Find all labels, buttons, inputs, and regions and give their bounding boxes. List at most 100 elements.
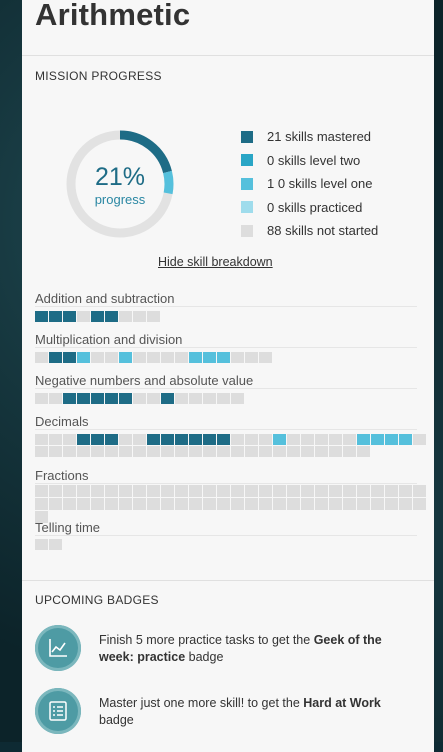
skill-cell[interactable] — [35, 485, 48, 497]
skill-cell[interactable] — [77, 311, 90, 322]
skill-cell[interactable] — [259, 498, 272, 510]
skill-cell[interactable] — [399, 498, 412, 510]
skill-cell[interactable] — [91, 498, 104, 510]
badge-chart-icon[interactable] — [35, 625, 81, 671]
skill-cell[interactable] — [91, 446, 104, 457]
skill-cell[interactable] — [189, 352, 202, 363]
skill-cell[interactable] — [259, 434, 272, 445]
skill-cell[interactable] — [175, 446, 188, 457]
skill-cell[interactable] — [203, 485, 216, 497]
skill-cell[interactable] — [133, 311, 146, 322]
skill-cell[interactable] — [133, 498, 146, 510]
skill-cell[interactable] — [147, 446, 160, 457]
skill-cell[interactable] — [105, 485, 118, 497]
skill-cell[interactable] — [231, 352, 244, 363]
skill-cell[interactable] — [385, 498, 398, 510]
skill-cell[interactable] — [77, 393, 90, 404]
skill-cell[interactable] — [105, 393, 118, 404]
skill-cell[interactable] — [231, 485, 244, 497]
skill-cell[interactable] — [63, 446, 76, 457]
skill-cell[interactable] — [315, 446, 328, 457]
skill-cell[interactable] — [273, 498, 286, 510]
skill-cell[interactable] — [343, 434, 356, 445]
skill-cell[interactable] — [133, 446, 146, 457]
skill-cell[interactable] — [245, 498, 258, 510]
skill-cell[interactable] — [357, 446, 370, 457]
skill-cell[interactable] — [259, 446, 272, 457]
skill-cell[interactable] — [161, 393, 174, 404]
skill-cell[interactable] — [245, 446, 258, 457]
skill-cell[interactable] — [105, 434, 118, 445]
skill-cell[interactable] — [77, 446, 90, 457]
skill-cell[interactable] — [77, 434, 90, 445]
skill-cell[interactable] — [133, 485, 146, 497]
skill-cell[interactable] — [63, 498, 76, 510]
skill-cell[interactable] — [133, 434, 146, 445]
skill-cell[interactable] — [91, 434, 104, 445]
skill-cell[interactable] — [217, 352, 230, 363]
skill-cell[interactable] — [273, 434, 286, 445]
skill-cell[interactable] — [413, 498, 426, 510]
skill-cell[interactable] — [175, 498, 188, 510]
skill-cell[interactable] — [217, 393, 230, 404]
skill-cell[interactable] — [343, 498, 356, 510]
skill-cell[interactable] — [35, 434, 48, 445]
skill-cell[interactable] — [49, 485, 62, 497]
skill-cell[interactable] — [217, 446, 230, 457]
skill-cell[interactable] — [329, 498, 342, 510]
skill-cell[interactable] — [175, 485, 188, 497]
skill-cell[interactable] — [413, 485, 426, 497]
skill-cell[interactable] — [273, 446, 286, 457]
skill-cell[interactable] — [91, 485, 104, 497]
skill-cell[interactable] — [119, 311, 132, 322]
skill-cell[interactable] — [119, 352, 132, 363]
skill-cell[interactable] — [49, 446, 62, 457]
skill-cell[interactable] — [343, 485, 356, 497]
skill-cell[interactable] — [35, 311, 48, 322]
skill-cell[interactable] — [133, 393, 146, 404]
skill-cell[interactable] — [203, 352, 216, 363]
skill-cell[interactable] — [217, 485, 230, 497]
skill-cell[interactable] — [49, 498, 62, 510]
skill-cell[interactable] — [357, 498, 370, 510]
skill-cell[interactable] — [301, 498, 314, 510]
skill-cell[interactable] — [35, 352, 48, 363]
skill-cell[interactable] — [357, 485, 370, 497]
skill-cell[interactable] — [189, 498, 202, 510]
skill-cell[interactable] — [315, 485, 328, 497]
badge-checklist-icon[interactable] — [35, 688, 81, 734]
skill-cell[interactable] — [35, 539, 48, 550]
skill-cell[interactable] — [217, 498, 230, 510]
skill-cell[interactable] — [203, 446, 216, 457]
skill-cell[interactable] — [49, 311, 62, 322]
skill-cell[interactable] — [49, 539, 62, 550]
skill-cell[interactable] — [231, 434, 244, 445]
skill-cell[interactable] — [147, 311, 160, 322]
skill-cell[interactable] — [63, 352, 76, 363]
skill-cell[interactable] — [273, 485, 286, 497]
skill-cell[interactable] — [385, 485, 398, 497]
skill-cell[interactable] — [287, 446, 300, 457]
skill-cell[interactable] — [49, 352, 62, 363]
skill-cell[interactable] — [133, 352, 146, 363]
skill-cell[interactable] — [301, 485, 314, 497]
skill-cell[interactable] — [63, 393, 76, 404]
skill-cell[interactable] — [35, 393, 48, 404]
skill-cell[interactable] — [49, 434, 62, 445]
skill-cell[interactable] — [245, 352, 258, 363]
skill-cell[interactable] — [217, 434, 230, 445]
skill-cell[interactable] — [329, 485, 342, 497]
skill-cell[interactable] — [77, 485, 90, 497]
skill-cell[interactable] — [189, 485, 202, 497]
skill-cell[interactable] — [189, 434, 202, 445]
skill-cell[interactable] — [119, 434, 132, 445]
skill-cell[interactable] — [329, 446, 342, 457]
skill-cell[interactable] — [315, 498, 328, 510]
skill-cell[interactable] — [203, 498, 216, 510]
skill-cell[interactable] — [119, 498, 132, 510]
skill-cell[interactable] — [105, 446, 118, 457]
skill-cell[interactable] — [413, 434, 426, 445]
skill-cell[interactable] — [77, 352, 90, 363]
skill-cell[interactable] — [301, 446, 314, 457]
skill-cell[interactable] — [371, 434, 384, 445]
